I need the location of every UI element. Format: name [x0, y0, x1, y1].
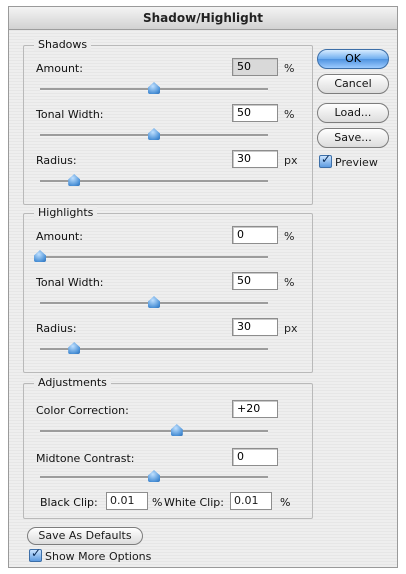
- shadows-radius-field[interactable]: 30: [232, 150, 278, 168]
- shadows-tonal-width-unit: %: [284, 108, 295, 121]
- black-clip-label: Black Clip:: [40, 496, 98, 509]
- white-clip-field[interactable]: 0.01: [230, 492, 272, 510]
- highlights-radius-slider[interactable]: [40, 348, 268, 351]
- shadows-amount-unit: %: [284, 62, 295, 75]
- highlights-radius-label: Radius:: [36, 322, 77, 335]
- preview-checkbox[interactable]: ✓ Preview: [319, 152, 378, 169]
- shadows-tonal-width-field[interactable]: 50: [232, 104, 278, 122]
- highlights-radius-unit: px: [284, 322, 298, 335]
- midtone-contrast-slider[interactable]: [40, 476, 268, 479]
- preview-check-icon[interactable]: ✓: [319, 152, 332, 168]
- adjustments-group: Adjustments Color Correction: +20 Midton…: [23, 376, 313, 519]
- title-bar[interactable]: Shadow/Highlight: [9, 7, 397, 30]
- show-more-options-checkbox[interactable]: ✓ Show More Options: [29, 546, 152, 563]
- highlights-amount-label: Amount:: [36, 230, 83, 243]
- highlights-tonal-width-slider[interactable]: [40, 302, 268, 305]
- checkmark-icon: ✓: [321, 152, 332, 166]
- color-correction-slider[interactable]: [40, 430, 268, 433]
- shadows-amount-label: Amount:: [36, 62, 83, 75]
- white-clip-label: White Clip:: [164, 496, 224, 509]
- adjustments-legend: Adjustments: [34, 376, 111, 389]
- checkmark-icon: ✓: [31, 546, 42, 560]
- show-more-options-label: Show More Options: [45, 550, 152, 563]
- midtone-contrast-field[interactable]: 0: [232, 448, 278, 466]
- dialog-title: Shadow/Highlight: [143, 11, 263, 25]
- shadows-amount-slider[interactable]: [40, 88, 268, 91]
- white-clip-unit: %: [280, 496, 291, 509]
- black-clip-field[interactable]: 0.01: [106, 492, 148, 510]
- shadows-radius-unit: px: [284, 154, 298, 167]
- color-correction-field[interactable]: +20: [232, 400, 278, 418]
- save-button[interactable]: Save...: [317, 128, 389, 148]
- midtone-contrast-label: Midtone Contrast:: [36, 452, 135, 465]
- load-button[interactable]: Load...: [317, 103, 389, 123]
- highlights-amount-field[interactable]: 0: [232, 226, 278, 244]
- highlights-legend: Highlights: [34, 206, 98, 219]
- highlights-tonal-width-label: Tonal Width:: [36, 276, 104, 289]
- shadows-radius-slider[interactable]: [40, 180, 268, 183]
- shadows-radius-label: Radius:: [36, 154, 77, 167]
- color-correction-label: Color Correction:: [36, 404, 129, 417]
- highlights-group: Highlights Amount: 0 % Tonal Width: 50 %…: [23, 206, 313, 373]
- shadows-tonal-width-label: Tonal Width:: [36, 108, 104, 121]
- black-clip-unit: %: [152, 496, 163, 509]
- highlights-tonal-width-unit: %: [284, 276, 295, 289]
- save-as-defaults-button[interactable]: Save As Defaults: [27, 527, 143, 545]
- shadows-legend: Shadows: [34, 38, 92, 51]
- shadow-highlight-dialog: Shadow/Highlight Shadows Amount: 50 % To…: [8, 6, 398, 568]
- cancel-button[interactable]: Cancel: [317, 74, 389, 94]
- ok-button[interactable]: OK: [317, 49, 389, 69]
- shadows-amount-field[interactable]: 50: [232, 58, 278, 76]
- highlights-amount-unit: %: [284, 230, 295, 243]
- highlights-amount-slider[interactable]: [40, 256, 268, 259]
- highlights-tonal-width-field[interactable]: 50: [232, 272, 278, 290]
- highlights-radius-field[interactable]: 30: [232, 318, 278, 336]
- show-more-check-icon[interactable]: ✓: [29, 546, 42, 562]
- preview-label: Preview: [335, 156, 378, 169]
- shadows-group: Shadows Amount: 50 % Tonal Width: 50 % R…: [23, 38, 313, 205]
- shadows-tonal-width-slider[interactable]: [40, 134, 268, 137]
